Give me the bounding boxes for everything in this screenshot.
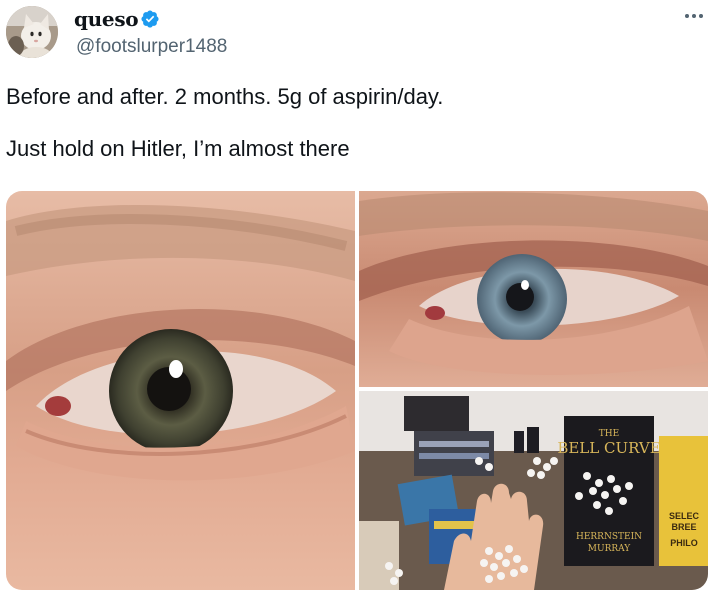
tweet-text: Before and after. 2 months. 5g of aspiri… xyxy=(6,84,706,162)
svg-text:MURRAY: MURRAY xyxy=(588,544,631,554)
display-name[interactable]: queso xyxy=(74,7,139,31)
avatar[interactable] xyxy=(6,6,58,58)
media-photo-eye-after[interactable] xyxy=(359,191,708,387)
svg-text:SELEC: SELEC xyxy=(669,511,700,521)
svg-text:HERRNSTEIN: HERRNSTEIN xyxy=(576,532,642,542)
avatar-cat-image xyxy=(6,6,58,58)
media-grid: THE BELL CURVE HERRNSTEIN MURRAY SELEC B… xyxy=(6,191,708,590)
svg-text:PHILO: PHILO xyxy=(670,538,698,548)
verified-badge-icon xyxy=(141,10,159,28)
tweet-line-1: Before and after. 2 months. 5g of aspiri… xyxy=(6,84,444,109)
media-photo-eye-before[interactable] xyxy=(6,191,355,590)
more-options-icon[interactable] xyxy=(680,6,708,26)
book-title-fragment: THE xyxy=(599,429,619,439)
svg-text:BREE: BREE xyxy=(671,522,696,532)
tweet-line-2: Just hold on Hitler, I’m almost there xyxy=(6,136,350,161)
author-handle[interactable]: @footslurper1488 xyxy=(76,36,227,58)
svg-text:BELL CURVE: BELL CURVE xyxy=(557,439,660,457)
media-photo-books-pills[interactable]: THE BELL CURVE HERRNSTEIN MURRAY SELEC B… xyxy=(359,391,708,590)
